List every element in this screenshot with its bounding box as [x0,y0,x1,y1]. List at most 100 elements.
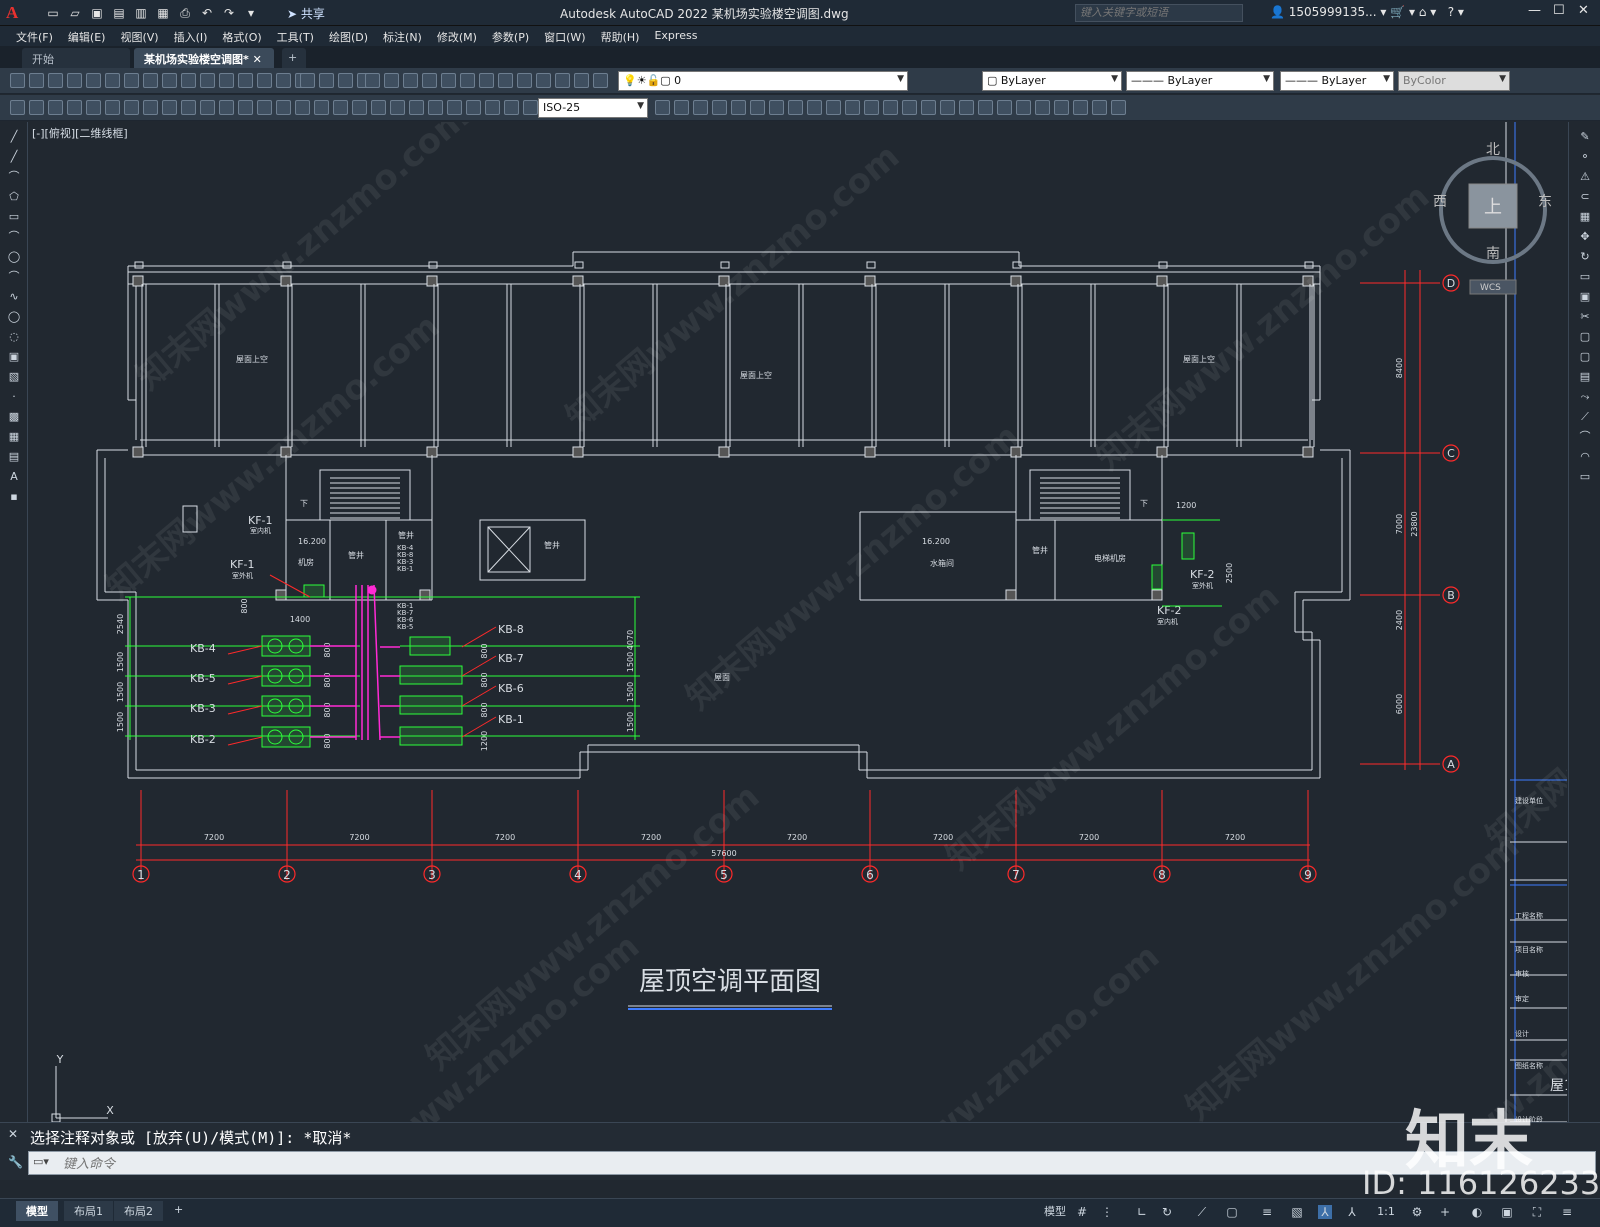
tab-close-icon[interactable]: ✕ [253,53,262,66]
menu-0[interactable]: 文件(F) [10,26,62,46]
layer-dropdown[interactable]: 💡☀🔓▢ 0 ▼ [618,71,908,91]
modify-tool-icon[interactable]: ▢ [1578,330,1592,344]
tool-icon[interactable] [422,73,437,88]
menu-1[interactable]: 编辑(E) [62,26,115,46]
draw-tool-icon[interactable]: ⌒ [7,270,21,284]
tool-icon[interactable] [10,100,25,115]
save-icon[interactable]: ▣ [88,5,106,21]
modify-tool-icon[interactable]: ✥ [1578,230,1592,244]
tool-icon[interactable] [29,73,44,88]
search-input[interactable] [1075,4,1243,22]
draw-tool-icon[interactable]: ⌒ [7,230,21,244]
draw-tool-icon[interactable]: ▩ [7,410,21,424]
tool-icon[interactable] [143,73,158,88]
tool-icon[interactable] [338,73,353,88]
modify-tool-icon[interactable]: ↻ [1578,250,1592,264]
viewport-label[interactable]: [-][俯视][二维线框] [32,125,128,141]
polar-icon[interactable]: ↻ [1160,1205,1174,1219]
draw-tool-icon[interactable]: ⬠ [7,190,21,204]
tool-icon[interactable] [593,73,608,88]
tool-icon[interactable] [238,73,253,88]
tool-icon[interactable] [712,100,727,115]
tool-icon[interactable] [124,100,139,115]
tool-icon[interactable] [940,100,955,115]
save-as-icon[interactable]: ▤ [110,5,128,21]
tool-icon[interactable] [441,73,456,88]
menu-6[interactable]: 绘图(D) [323,26,377,46]
tool-icon[interactable] [371,100,386,115]
draw-tool-icon[interactable]: ◯ [7,250,21,264]
open-file-icon[interactable]: ▱ [66,5,84,21]
tool-icon[interactable] [409,100,424,115]
share-button[interactable]: ➤ 共享 [287,5,325,22]
tool-icon[interactable] [86,100,101,115]
tab-start[interactable]: 开始 [22,48,130,68]
tool-icon[interactable] [1092,100,1107,115]
tool-icon[interactable] [352,100,367,115]
tool-icon[interactable] [105,100,120,115]
tool-icon[interactable] [959,100,974,115]
modify-tool-icon[interactable]: ▤ [1578,370,1592,384]
draw-tool-icon[interactable]: ▭ [7,210,21,224]
minimize-button[interactable]: — [1528,3,1541,18]
draw-tool-icon[interactable]: ▤ [7,450,21,464]
command-prompt-icon[interactable]: ▭▾ [33,1155,49,1168]
modify-tool-icon[interactable]: ⚬ [1578,150,1592,164]
tool-icon[interactable] [428,100,443,115]
tool-icon[interactable] [466,100,481,115]
cmd-settings-icon[interactable]: 🔧 [8,1155,23,1169]
fullscreen-icon[interactable]: ⛶ [1530,1205,1544,1219]
tool-icon[interactable] [238,100,253,115]
tab-model[interactable]: 模型 [16,1201,58,1221]
tool-icon[interactable] [504,100,519,115]
tool-icon[interactable] [257,100,272,115]
menu-3[interactable]: 插入(I) [168,26,217,46]
draw-tool-icon[interactable]: ⌒ [7,170,21,184]
menu-9[interactable]: 参数(P) [486,26,538,46]
tool-icon[interactable] [479,73,494,88]
tool-icon[interactable] [276,100,291,115]
tool-icon[interactable] [181,100,196,115]
tool-icon[interactable] [384,73,399,88]
tool-icon[interactable] [523,100,538,115]
annotation-scale[interactable]: 1:1 [1372,1205,1400,1219]
menu-4[interactable]: 格式(O) [216,26,270,46]
tool-icon[interactable] [29,100,44,115]
tool-icon[interactable] [750,100,765,115]
customization-icon[interactable]: ≡ [1560,1205,1574,1219]
modify-tool-icon[interactable]: ⚠ [1578,170,1592,184]
annotation-visibility-icon[interactable]: ⅄ [1318,1205,1332,1219]
draw-tool-icon[interactable]: ▦ [7,430,21,444]
tool-icon[interactable] [674,100,689,115]
command-input[interactable] [63,1154,1463,1172]
modify-tool-icon[interactable]: ▣ [1578,290,1592,304]
tool-icon[interactable] [300,73,315,88]
tool-icon[interactable] [997,100,1012,115]
plotstyle-dropdown[interactable]: ByColor ▼ [1398,71,1510,91]
export-icon[interactable]: ▦ [154,5,172,21]
tool-icon[interactable] [845,100,860,115]
close-button[interactable]: ✕ [1578,3,1589,18]
maximize-button[interactable]: ☐ [1553,3,1565,18]
tool-icon[interactable] [67,100,82,115]
autocad-logo-icon[interactable]: A [6,3,28,23]
tool-icon[interactable] [485,100,500,115]
tool-icon[interactable] [200,73,215,88]
tool-icon[interactable] [295,100,310,115]
draw-tool-icon[interactable]: ◌ [7,330,21,344]
tool-icon[interactable] [314,100,329,115]
tool-icon[interactable] [257,73,272,88]
menu-8[interactable]: 修改(M) [431,26,486,46]
tool-icon[interactable] [105,73,120,88]
tool-icon[interactable] [200,100,215,115]
tool-icon[interactable] [1111,100,1126,115]
tool-icon[interactable] [390,100,405,115]
tab-layout2[interactable]: 布局2 [114,1201,163,1221]
tab-layout1[interactable]: 布局1 [64,1201,113,1221]
tool-icon[interactable] [333,100,348,115]
tool-icon[interactable] [10,73,25,88]
tool-icon[interactable] [655,100,670,115]
tool-icon[interactable] [48,100,63,115]
add-icon[interactable]: + [1438,1205,1452,1219]
tool-icon[interactable] [403,73,418,88]
